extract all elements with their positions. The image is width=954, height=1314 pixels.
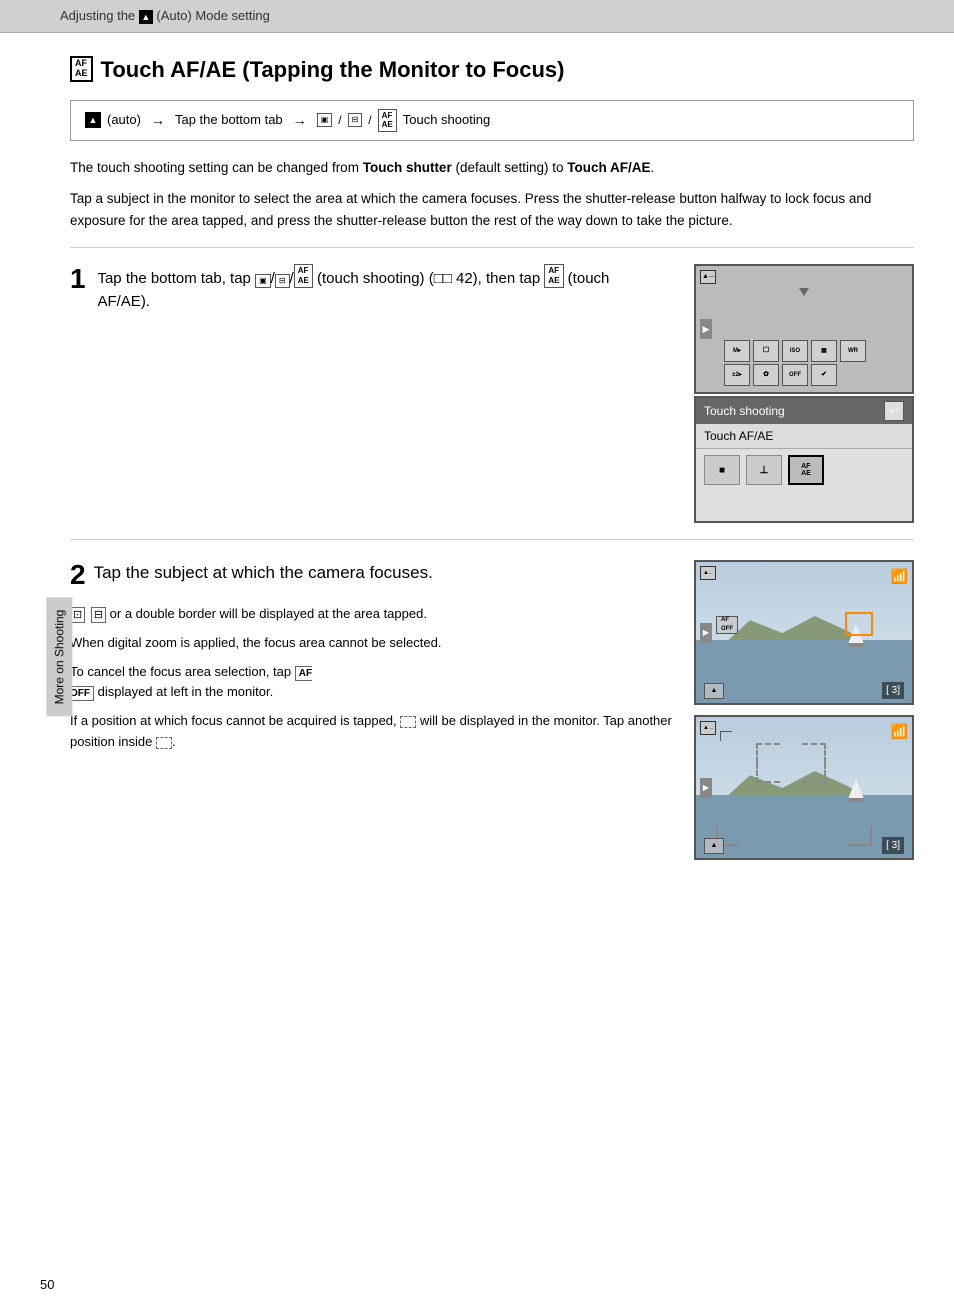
top-left-bracket (720, 731, 732, 741)
step1-icon2: ⊟ (275, 274, 290, 288)
step1-number: 1 (70, 264, 86, 295)
step2-sub1: ⊡ ⊟ or a double border will be displayed… (70, 604, 674, 625)
step2-main-text: Tap the subject at which the camera focu… (94, 560, 433, 586)
cam-box6: ±2▸ (724, 364, 750, 386)
nav-touch-shooting: Touch shooting (403, 110, 490, 130)
menu-spacer (696, 491, 912, 521)
nav-icon1: ▣ (317, 113, 333, 127)
corner-tr (802, 743, 826, 763)
cam-box2: ☐ (753, 340, 779, 362)
page-title: AFAE Touch AF/AE (Tapping the Monitor to… (70, 53, 914, 86)
menu-title-bar: Touch shooting ↩ (696, 398, 912, 424)
cam-box8: OFF (782, 364, 808, 386)
corner-br (802, 763, 826, 783)
nav-slash: / (338, 111, 341, 129)
nav-icon3: AFAE (378, 109, 397, 132)
ls-corner-icon2: ▲— (700, 721, 716, 735)
bold-touch-afae: Touch AF/AE (567, 160, 650, 175)
step1-left: 1 Tap the bottom tab, tap ▣/⊟/AFAE (touc… (70, 264, 674, 313)
menu-icons-row: ■ ⊥ AFAE (696, 449, 912, 491)
step1-section: 1 Tap the bottom tab, tap ▣/⊟/AFAE (touc… (70, 264, 914, 540)
cam-box1: M▸ (724, 340, 750, 362)
nav-arrow2: → (293, 110, 307, 131)
bold-touch-shutter: Touch shutter (363, 160, 452, 175)
ls-bottom-bar2: ▲ [ 3] (696, 837, 912, 854)
corner-bl (756, 763, 780, 783)
cam-dropdown-arrow (799, 288, 809, 298)
step1-right: ▲— ▶ M▸ ☐ ISO ▦ WR ±2▸ ✿ OFF ✔ (694, 264, 914, 523)
menu-icon-touch: ⊥ (746, 455, 782, 485)
description2: Tap a subject in the monitor to select t… (70, 188, 914, 231)
menu-title-text: Touch shooting (704, 402, 785, 420)
step1-text-block: Tap the bottom tab, tap ▣/⊟/AFAE (touch … (97, 264, 657, 313)
ls-shutter-icon: ▲ (704, 683, 724, 699)
landscape-screen2: ▲— 📶 ▶ ▲ [ 3] (694, 715, 914, 860)
ls-af-icon1: AFOFF (716, 616, 738, 634)
nav-auto-label: (auto) (107, 110, 141, 130)
ls-left-arrow2: ▶ (700, 778, 712, 798)
ls-left-arrow1: ▶ (700, 623, 712, 643)
ls-wifi-icon2: 📶 (891, 721, 908, 742)
sub3-af-icon: AFOFF (70, 666, 312, 702)
step2-left: 2 Tap the subject at which the camera fo… (70, 560, 674, 760)
cam-box3: ISO (782, 340, 808, 362)
step1-text: Tap the bottom tab, tap ▣/⊟/AFAE (touch … (97, 270, 609, 310)
menu-back-btn: ↩ (884, 401, 904, 421)
cam-icon-row1: M▸ ☐ ISO ▦ WR (724, 340, 908, 362)
landscape-screen1: ▲— 📶 ▶ AFOFF ▲ [ 3] (694, 560, 914, 705)
boat-hull1 (848, 643, 864, 647)
menu-icon-afae: AFAE (788, 455, 824, 485)
step2-number: 2 (70, 560, 86, 591)
step1-camera-top: ▲— ▶ M▸ ☐ ISO ▦ WR ±2▸ ✿ OFF ✔ (694, 264, 914, 394)
cam-box7: ✿ (753, 364, 779, 386)
sail2 (848, 779, 864, 799)
step2-right: ▲— 📶 ▶ AFOFF ▲ [ 3] (694, 560, 914, 860)
header-bar: Adjusting the ▲ (Auto) Mode setting (0, 0, 954, 33)
cam-box5: WR (840, 340, 866, 362)
sub1-icon2: ⊟ (91, 607, 106, 623)
step2-section: 2 Tap the subject at which the camera fo… (70, 560, 914, 876)
sub4-bracket-icon2 (156, 737, 172, 749)
ls-frame-counter2: [ 3] (882, 837, 904, 854)
focus-bracket1 (845, 612, 873, 636)
step1-icon4: AFAE (544, 264, 563, 287)
side-tab: More on Shooting (46, 598, 72, 717)
ls-frame-counter1: [ 3] (882, 682, 904, 699)
title-text: Touch AF/AE (Tapping the Monitor to Focu… (101, 53, 565, 86)
cam-icon-row2: ±2▸ ✿ OFF ✔ (724, 364, 908, 386)
ls-corner-icon1: ▲— (700, 566, 716, 580)
cam-corner-icon: ▲— (700, 270, 716, 284)
menu-icon-shutter: ■ (704, 455, 740, 485)
ls-wifi-icon1: 📶 (891, 566, 908, 587)
step2-sub2: When digital zoom is applied, the focus … (70, 633, 674, 654)
description1: The touch shooting setting can be change… (70, 157, 914, 179)
boat-hull2 (848, 798, 864, 802)
nav-arrow1: → (151, 110, 165, 131)
ls-shutter-icon2: ▲ (704, 838, 724, 854)
title-icon: AFAE (70, 56, 93, 82)
step1-icon3: AFAE (294, 264, 313, 287)
corner-tl (756, 743, 780, 763)
cam-left-arrow: ▶ (700, 319, 712, 339)
step2-images: ▲— 📶 ▶ AFOFF ▲ [ 3] (694, 560, 914, 860)
cam-box4: ▦ (811, 340, 837, 362)
step2-sub3: To cancel the focus area selection, tap … (70, 662, 674, 704)
menu-subtitle: Touch AF/AE (696, 424, 912, 449)
step2-sub4: If a position at which focus cannot be a… (70, 711, 674, 753)
header-text: Adjusting the ▲ (Auto) Mode setting (60, 8, 270, 23)
nav-step1: Tap the bottom tab (175, 110, 283, 130)
ls-bottom-bar1: ▲ [ 3] (696, 682, 912, 699)
step1-icon1: ▣ (255, 274, 271, 288)
nav-slash2: / (368, 111, 371, 129)
separator1 (70, 247, 914, 248)
cam-box9: ✔ (811, 364, 837, 386)
step1-menu-screen: Touch shooting ↩ Touch AF/AE ■ ⊥ AFAE (694, 396, 914, 523)
page-number: 50 (40, 1275, 54, 1295)
nav-camera-icon: ▲ (85, 112, 101, 128)
nav-box: ▲ (auto) → Tap the bottom tab → ▣ / ⊟ / … (70, 100, 914, 141)
nav-icon2: ⊟ (348, 113, 363, 127)
sub4-bracket-icon (400, 716, 416, 728)
